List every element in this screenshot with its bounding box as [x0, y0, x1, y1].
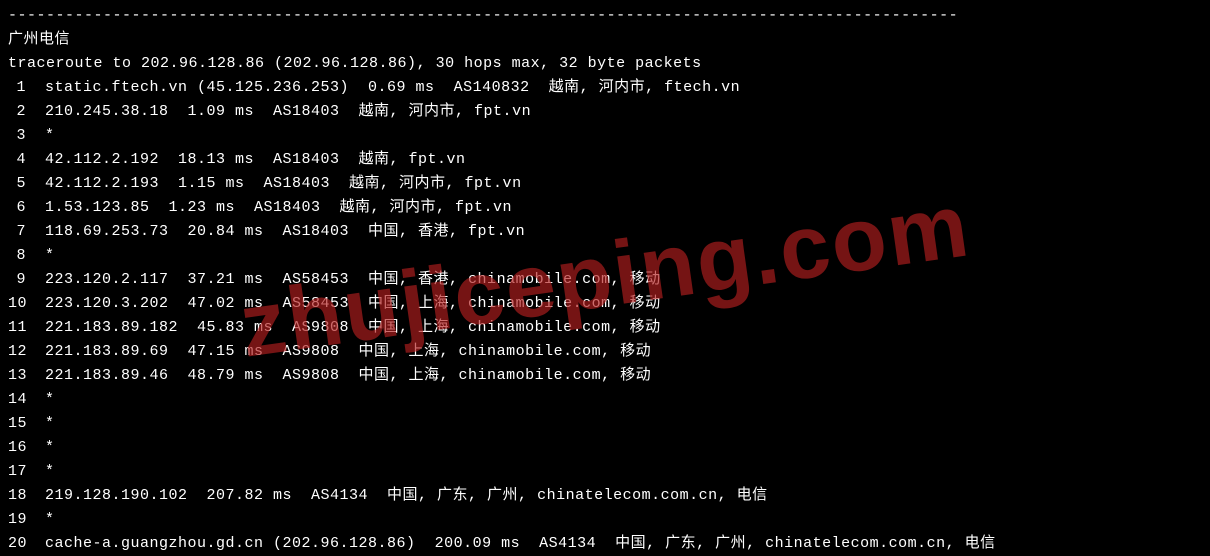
hop-details: 221.183.89.69 47.15 ms AS9808 中国, 上海, ch… — [26, 343, 651, 360]
hop-number: 12 — [8, 340, 26, 364]
hop-number: 5 — [8, 172, 26, 196]
hop-details: * — [26, 463, 55, 480]
hop-number: 17 — [8, 460, 26, 484]
hop-details: static.ftech.vn (45.125.236.253) 0.69 ms… — [26, 79, 740, 96]
hop-details: 42.112.2.192 18.13 ms AS18403 越南, fpt.vn — [26, 151, 466, 168]
hop-details: * — [26, 247, 55, 264]
hop-line: 1 static.ftech.vn (45.125.236.253) 0.69 … — [8, 76, 1202, 100]
title-line: 广州电信 — [8, 28, 1202, 52]
hop-number: 19 — [8, 508, 26, 532]
hop-number: 15 — [8, 412, 26, 436]
hop-number: 3 — [8, 124, 26, 148]
hop-details: 219.128.190.102 207.82 ms AS4134 中国, 广东,… — [26, 487, 768, 504]
hop-line: 11 221.183.89.182 45.83 ms AS9808 中国, 上海… — [8, 316, 1202, 340]
hop-details: 223.120.2.117 37.21 ms AS58453 中国, 香港, c… — [26, 271, 661, 288]
hop-line: 14 * — [8, 388, 1202, 412]
hop-number: 7 — [8, 220, 26, 244]
hop-details: 221.183.89.182 45.83 ms AS9808 中国, 上海, c… — [26, 319, 661, 336]
hop-number: 16 — [8, 436, 26, 460]
hop-number: 18 — [8, 484, 26, 508]
hop-line: 7 118.69.253.73 20.84 ms AS18403 中国, 香港,… — [8, 220, 1202, 244]
hop-details: * — [26, 511, 55, 528]
hop-line: 6 1.53.123.85 1.23 ms AS18403 越南, 河内市, f… — [8, 196, 1202, 220]
hop-line: 19 * — [8, 508, 1202, 532]
hop-details: 223.120.3.202 47.02 ms AS58453 中国, 上海, c… — [26, 295, 661, 312]
hop-details: * — [26, 415, 55, 432]
hop-line: 10 223.120.3.202 47.02 ms AS58453 中国, 上海… — [8, 292, 1202, 316]
hop-number: 4 — [8, 148, 26, 172]
hop-line: 12 221.183.89.69 47.15 ms AS9808 中国, 上海,… — [8, 340, 1202, 364]
hop-number: 2 — [8, 100, 26, 124]
hop-number: 20 — [8, 532, 26, 556]
hop-number: 6 — [8, 196, 26, 220]
hop-details: 42.112.2.193 1.15 ms AS18403 越南, 河内市, fp… — [26, 175, 522, 192]
hop-line: 5 42.112.2.193 1.15 ms AS18403 越南, 河内市, … — [8, 172, 1202, 196]
hop-line: 13 221.183.89.46 48.79 ms AS9808 中国, 上海,… — [8, 364, 1202, 388]
hop-line: 4 42.112.2.192 18.13 ms AS18403 越南, fpt.… — [8, 148, 1202, 172]
hop-number: 14 — [8, 388, 26, 412]
hop-number: 11 — [8, 316, 26, 340]
hop-details: 221.183.89.46 48.79 ms AS9808 中国, 上海, ch… — [26, 367, 651, 384]
separator-line: ----------------------------------------… — [8, 4, 1202, 28]
hop-line: 18 219.128.190.102 207.82 ms AS4134 中国, … — [8, 484, 1202, 508]
hop-details: 118.69.253.73 20.84 ms AS18403 中国, 香港, f… — [26, 223, 525, 240]
hop-line: 2 210.245.38.18 1.09 ms AS18403 越南, 河内市,… — [8, 100, 1202, 124]
hop-line: 3 * — [8, 124, 1202, 148]
hop-details: cache-a.guangzhou.gd.cn (202.96.128.86) … — [26, 535, 996, 552]
hop-line: 20 cache-a.guangzhou.gd.cn (202.96.128.8… — [8, 532, 1202, 556]
hop-number: 13 — [8, 364, 26, 388]
hop-details: * — [26, 439, 55, 456]
hop-number: 9 — [8, 268, 26, 292]
hop-details: * — [26, 391, 55, 408]
hop-number: 1 — [8, 76, 26, 100]
hop-line: 17 * — [8, 460, 1202, 484]
hop-number: 10 — [8, 292, 26, 316]
hop-details: 1.53.123.85 1.23 ms AS18403 越南, 河内市, fpt… — [26, 199, 512, 216]
hop-line: 15 * — [8, 412, 1202, 436]
hop-details: * — [26, 127, 55, 144]
hop-number: 8 — [8, 244, 26, 268]
hop-details: 210.245.38.18 1.09 ms AS18403 越南, 河内市, f… — [26, 103, 531, 120]
hops-container: 1 static.ftech.vn (45.125.236.253) 0.69 … — [8, 76, 1202, 556]
hop-line: 16 * — [8, 436, 1202, 460]
hop-line: 9 223.120.2.117 37.21 ms AS58453 中国, 香港,… — [8, 268, 1202, 292]
hop-line: 8 * — [8, 244, 1202, 268]
traceroute-header: traceroute to 202.96.128.86 (202.96.128.… — [8, 52, 1202, 76]
